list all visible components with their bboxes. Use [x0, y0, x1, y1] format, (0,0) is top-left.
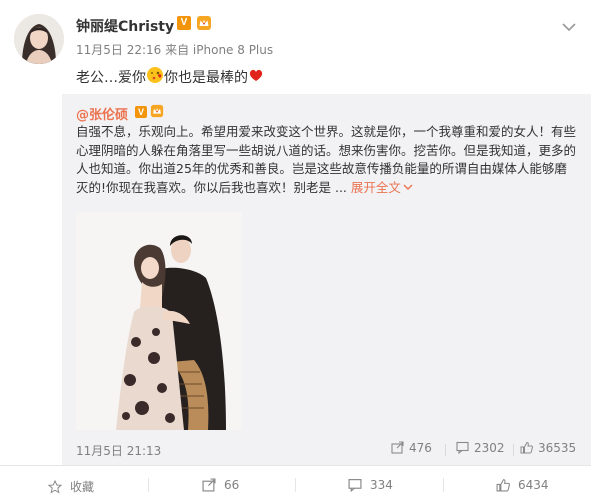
chevron-down-icon[interactable]	[561, 18, 577, 32]
avatar[interactable]	[14, 14, 64, 64]
member-crown-icon[interactable]	[196, 15, 212, 31]
expand-label: 展开全文	[350, 179, 401, 195]
favorite-label: 收藏	[70, 480, 95, 494]
chevron-down-icon	[403, 184, 413, 190]
share-count: 66	[224, 478, 240, 492]
kiss-emoji-icon	[146, 67, 164, 88]
repost-comment-button[interactable]: 2302	[456, 441, 505, 455]
comment-count: 334	[370, 478, 393, 492]
post-meta: 11月5日 22:16 来自 iPhone 8 Plus	[76, 43, 274, 57]
repost-author[interactable]: @张伦硕	[76, 104, 128, 123]
share-icon	[202, 478, 216, 492]
star-icon	[47, 479, 63, 494]
repost-time[interactable]: 11月5日 21:13	[76, 442, 161, 459]
divider	[295, 478, 296, 492]
favorite-button[interactable]: 收藏	[47, 478, 95, 495]
post-text-before: 老公…爱你	[76, 70, 146, 86]
heart-emoji-icon	[248, 69, 264, 87]
repost-photo[interactable]	[76, 212, 242, 430]
share-button[interactable]: 66	[202, 478, 239, 492]
post-text-after: 你也是最棒的	[164, 70, 248, 86]
repost-verified-badge: V	[135, 106, 147, 118]
repost-body: 自强不息，乐观向上。希望用爱来改变这个世界。这就是你，一个我尊重和爱的女人！有些…	[76, 124, 577, 195]
repost-like-count: 36535	[538, 441, 577, 455]
post-text: 老公…爱你 你也是最棒的	[76, 66, 264, 88]
divider	[148, 478, 149, 492]
like-count: 6434	[518, 478, 549, 492]
verified-badge: V	[177, 16, 191, 30]
share-icon	[391, 441, 404, 454]
divider	[445, 444, 446, 456]
repost-text: 自强不息，乐观向上。希望用爱来改变这个世界。这就是你，一个我尊重和爱的女人！有些…	[76, 123, 576, 197]
repost-share-count: 476	[409, 441, 432, 455]
comment-button[interactable]: 334	[348, 478, 393, 493]
post-author[interactable]: 钟丽缇Christy	[76, 16, 174, 36]
repost-like-button[interactable]: 36535	[520, 441, 576, 455]
divider	[443, 478, 444, 492]
like-icon	[496, 479, 510, 492]
member-crown-icon[interactable]	[150, 103, 164, 118]
like-icon	[520, 441, 533, 454]
like-button[interactable]: 6434	[496, 478, 549, 492]
divider	[513, 444, 514, 456]
expand-link[interactable]: 展开全文	[351, 180, 413, 195]
comment-icon	[348, 479, 362, 493]
repost-share-button[interactable]: 476	[391, 441, 432, 455]
comment-icon	[456, 441, 469, 455]
repost-comment-count: 2302	[474, 441, 505, 455]
